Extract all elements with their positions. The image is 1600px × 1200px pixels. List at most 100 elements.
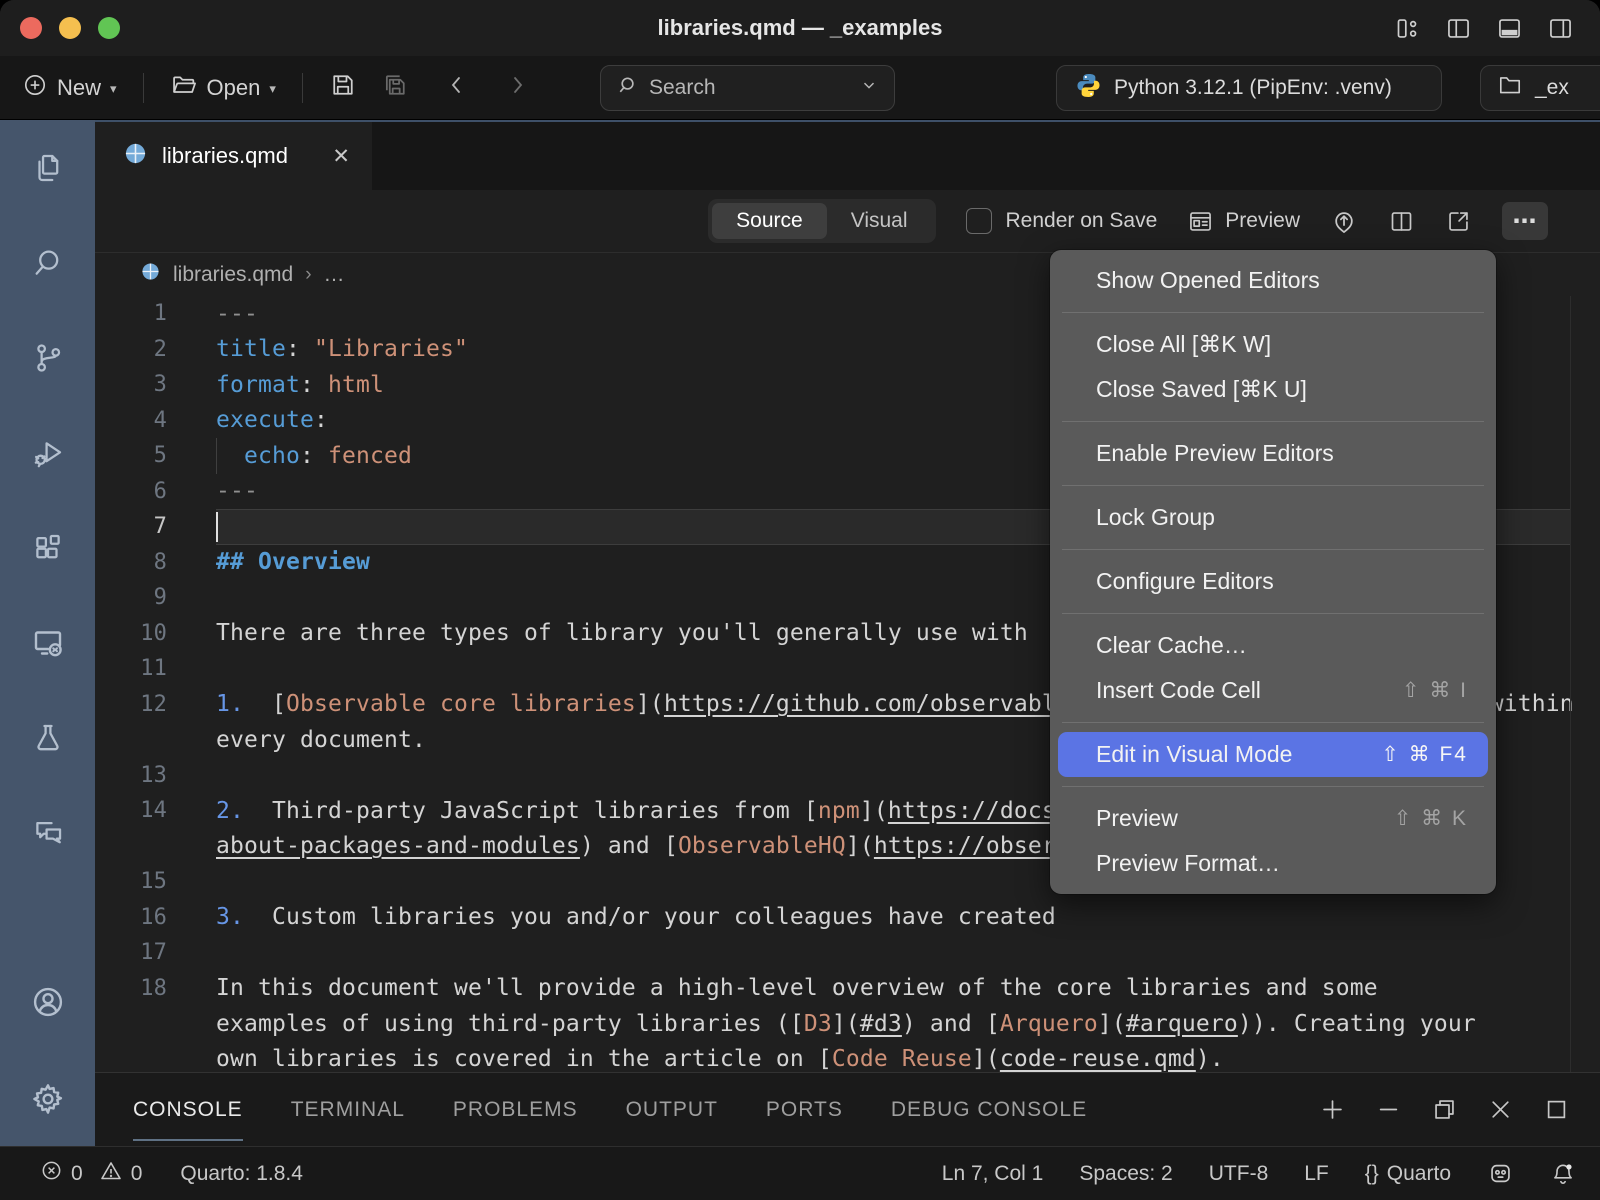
tab-libraries-qmd[interactable]: libraries.qmd ✕ (95, 122, 372, 190)
project-button[interactable]: _ex (1480, 65, 1600, 111)
panel-tab-ports[interactable]: PORTS (766, 1073, 843, 1146)
feedback-robot-icon[interactable] (1487, 1160, 1514, 1187)
code-row[interactable]: examples of using third-party libraries … (95, 1006, 1600, 1042)
source-mode-button[interactable]: Source (712, 203, 827, 239)
quarto-file-icon (140, 261, 161, 288)
new-button[interactable]: New ▾ (22, 72, 117, 104)
sidebar-item-comments[interactable] (0, 785, 95, 880)
panel-tabs: CONSOLE TERMINAL PROBLEMS OUTPUT PORTS DEBUG … (133, 1073, 1135, 1146)
render-icon[interactable] (1330, 207, 1358, 235)
panel-tab-output[interactable]: OUTPUT (626, 1073, 718, 1146)
global-search-input[interactable]: Search (600, 65, 895, 111)
line-number: 12 (95, 692, 167, 717)
plus-icon[interactable] (1319, 1096, 1346, 1123)
menu-item-preview-format[interactable]: Preview Format… (1050, 841, 1496, 886)
close-panel-icon[interactable] (1487, 1096, 1514, 1123)
panel-tab-debug-console[interactable]: DEBUG CONSOLE (891, 1073, 1087, 1146)
sidebar-item-settings[interactable] (0, 1051, 95, 1146)
tab-label: libraries.qmd (162, 143, 288, 169)
source-visual-toggle: Source Visual (708, 199, 935, 243)
notifications-bell-icon[interactable] (1550, 1161, 1576, 1187)
menu-item-preview[interactable]: Preview⇧ ⌘ K (1050, 796, 1496, 841)
warning-icon (99, 1159, 123, 1189)
cursor-position-status[interactable]: Ln 7, Col 1 (942, 1162, 1044, 1186)
open-button[interactable]: Open ▾ (170, 71, 276, 105)
plus-circle-icon (22, 72, 48, 104)
menu-item-close-all-k-w[interactable]: Close All [⌘K W] (1050, 322, 1496, 367)
code-row[interactable]: 18In this document we'll provide a high-… (95, 971, 1600, 1007)
save-icon (329, 71, 357, 105)
chevron-down-icon: ▾ (269, 81, 276, 97)
menu-item-configure-editors[interactable]: Configure Editors (1050, 559, 1496, 604)
menu-item-close-saved-k-u[interactable]: Close Saved [⌘K U] (1050, 367, 1496, 412)
problems-status[interactable]: 0 0 (40, 1159, 142, 1189)
zoom-window-button[interactable] (98, 17, 120, 39)
menu-item-lock-group[interactable]: Lock Group (1050, 495, 1496, 540)
menu-separator (1062, 613, 1484, 614)
folder-open-icon (170, 71, 198, 105)
sidebar-item-account[interactable] (0, 956, 95, 1051)
sidebar-item-run-debug[interactable] (0, 405, 95, 500)
more-actions-button[interactable]: ⋯ (1502, 202, 1548, 240)
line-number: 18 (95, 976, 167, 1001)
language-mode-status[interactable]: {} Quarto (1365, 1162, 1451, 1186)
close-icon[interactable]: ✕ (332, 144, 350, 169)
account-icon (30, 984, 66, 1020)
save-all-button[interactable] (381, 71, 409, 105)
sidebar-item-testing[interactable] (0, 690, 95, 785)
panel-tab-terminal[interactable]: TERMINAL (291, 1073, 405, 1146)
navigate-forward-icon[interactable] (505, 72, 529, 104)
toggle-primary-sidebar-icon[interactable] (1445, 15, 1472, 42)
visual-mode-button[interactable]: Visual (827, 203, 932, 239)
menu-item-clear-cache[interactable]: Clear Cache… (1050, 623, 1496, 668)
panel-tab-console[interactable]: CONSOLE (133, 1073, 243, 1146)
line-number: 2 (95, 337, 167, 362)
menu-item-enable-preview-editors[interactable]: Enable Preview Editors (1050, 431, 1496, 476)
restore-panel-icon[interactable] (1431, 1096, 1458, 1123)
eol-status[interactable]: LF (1304, 1162, 1329, 1186)
chevron-right-icon: › (305, 264, 311, 286)
code-row[interactable]: own libraries is covered in the article … (95, 1042, 1600, 1073)
save-all-icon (381, 71, 409, 105)
bottom-panel: CONSOLE TERMINAL PROBLEMS OUTPUT PORTS DEBUG … (95, 1072, 1600, 1146)
menu-item-insert-code-cell[interactable]: Insert Code Cell⇧ ⌘ I (1050, 668, 1496, 713)
code-row[interactable]: 17 (95, 935, 1600, 971)
line-number: 1 (95, 301, 167, 326)
minimize-window-button[interactable] (59, 17, 81, 39)
minimize-panel-icon[interactable] (1375, 1096, 1402, 1123)
sidebar-item-search[interactable] (0, 215, 95, 310)
search-icon (31, 246, 65, 280)
toggle-panel-icon[interactable] (1496, 15, 1523, 42)
breadcrumb-symbol[interactable]: … (324, 263, 345, 287)
sidebar-item-explorer[interactable] (0, 120, 95, 215)
save-button[interactable] (329, 71, 357, 105)
divider (143, 73, 144, 103)
status-bar: 0 0 Quarto: 1.8.4 Ln 7, Col 1 Spaces: 2 … (0, 1146, 1600, 1200)
sidebar-item-sessions[interactable] (0, 595, 95, 690)
extensions-icon (31, 531, 65, 565)
line-number: 9 (95, 585, 167, 610)
breadcrumb-file[interactable]: libraries.qmd (173, 263, 293, 287)
menu-item-show-opened-editors[interactable]: Show Opened Editors (1050, 258, 1496, 303)
panel-tab-problems[interactable]: PROBLEMS (453, 1073, 578, 1146)
menu-item-edit-in-visual-mode[interactable]: Edit in Visual Mode⇧ ⌘ F4 (1058, 732, 1488, 777)
close-window-button[interactable] (20, 17, 42, 39)
navigate-back-icon[interactable] (445, 72, 469, 104)
toggle-secondary-sidebar-icon[interactable] (1547, 15, 1574, 42)
maximize-panel-icon[interactable] (1543, 1096, 1570, 1123)
encoding-status[interactable]: UTF-8 (1209, 1162, 1269, 1186)
customize-layout-icon[interactable] (1394, 15, 1421, 42)
debug-play-icon (31, 436, 65, 470)
app-window: libraries.qmd — _examples New ▾ Open ▾ (0, 0, 1600, 1200)
split-editor-icon[interactable] (1388, 208, 1415, 235)
code-row[interactable]: 163. Custom libraries you and/or your co… (95, 900, 1600, 936)
quarto-version-status[interactable]: Quarto: 1.8.4 (180, 1162, 303, 1186)
text-cursor (216, 512, 218, 542)
interpreter-selector-button[interactable]: Python 3.12.1 (PipEnv: .venv) (1056, 65, 1442, 111)
render-on-save-checkbox[interactable] (966, 208, 992, 234)
indentation-status[interactable]: Spaces: 2 (1079, 1162, 1172, 1186)
open-in-new-window-icon[interactable] (1445, 208, 1472, 235)
preview-button[interactable]: Preview (1187, 208, 1300, 235)
sidebar-item-extensions[interactable] (0, 500, 95, 595)
sidebar-item-source-control[interactable] (0, 310, 95, 405)
